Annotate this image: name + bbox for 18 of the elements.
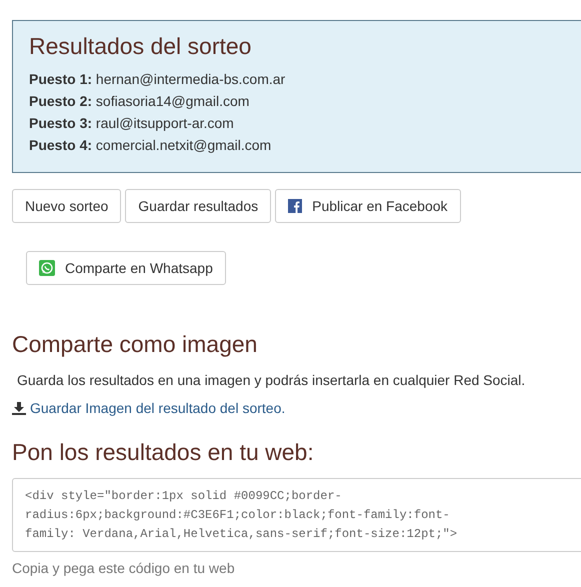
whatsapp-button[interactable]: Comparte en Whatsapp bbox=[26, 251, 226, 285]
results-title: Resultados del sorteo bbox=[29, 33, 252, 60]
action-button[interactable]: Nuevo sorteo bbox=[12, 189, 122, 223]
result-line: Puesto 1: hernan@intermedia-bs.com.ar bbox=[29, 70, 286, 89]
whatsapp-icon bbox=[39, 260, 55, 276]
facebook-icon bbox=[288, 199, 302, 213]
hint-text: Copia y pega este código en tu web bbox=[12, 560, 236, 576]
download-link[interactable]: Guardar Imagen del resultado del sorteo. bbox=[12, 400, 286, 416]
section-title: Comparte como imagen bbox=[12, 331, 258, 358]
facebook-button[interactable]: Publicar en Facebook bbox=[275, 189, 461, 223]
section-title: Pon los resultados en tu web: bbox=[12, 439, 315, 466]
result-line: Puesto 3: raul@itsupport-ar.com bbox=[29, 114, 235, 133]
download-icon bbox=[12, 401, 26, 415]
result-line: Puesto 2: sofiasoria14@gmail.com bbox=[29, 92, 250, 111]
result-line: Puesto 4: comercial.netxit@gmail.com bbox=[29, 136, 272, 155]
code-field[interactable]: <div style="border:1px solid #0099CC;border- radius:6px;background:#C3E6F1;color:black;font-family:font- family: Verdana,Arial,Helvetica,sans-serif;font-size:12pt;"> bbox=[12, 478, 581, 552]
section-text: Guarda los resultados en una imagen y podrás insertarla en cualquier Red Social. bbox=[17, 372, 526, 388]
action-button[interactable]: Guardar resultados bbox=[125, 189, 272, 223]
